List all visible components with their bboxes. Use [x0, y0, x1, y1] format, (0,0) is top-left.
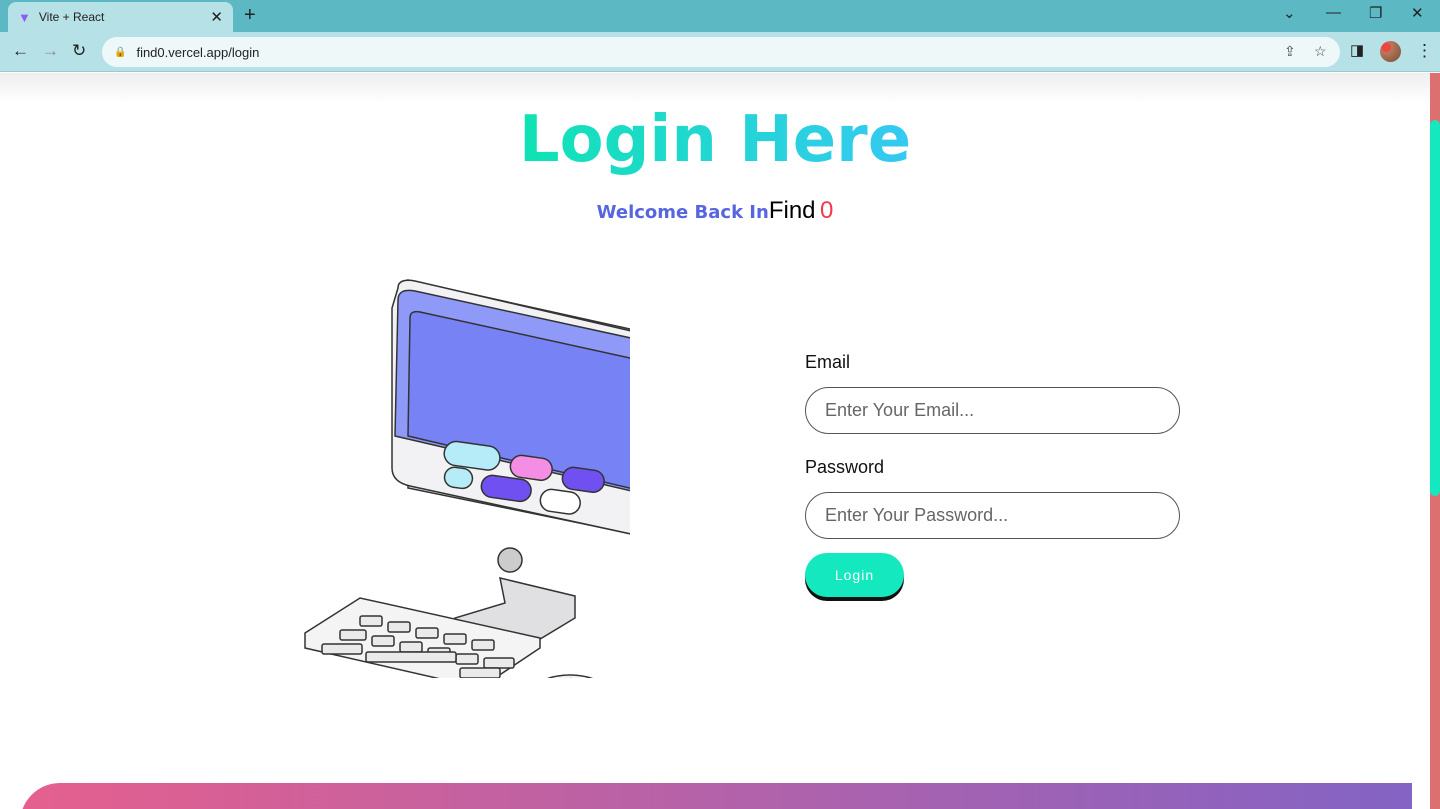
menu-icon[interactable]: ⋮ [1416, 41, 1433, 61]
login-page: Login Here Welcome Back InFind 0 Email P… [0, 73, 1430, 809]
welcome-label: Welcome Back In [596, 202, 769, 223]
share-icon[interactable]: ⇪ [1284, 43, 1296, 60]
password-label: Password [805, 457, 885, 477]
password-input[interactable] [805, 492, 1180, 539]
close-window-icon[interactable]: ✕ [1411, 4, 1424, 22]
new-tab-icon[interactable]: + [244, 4, 256, 27]
tab-strip: ▼ Vite + React ✕ + ⌄ — ❐ ✕ [0, 0, 1440, 32]
login-button[interactable]: Login [805, 553, 904, 597]
tab-active[interactable]: ▼ Vite + React ✕ [8, 2, 233, 32]
side-panel-icon[interactable]: ◨ [1350, 41, 1364, 59]
back-icon[interactable]: ← [12, 41, 29, 61]
vite-favicon-icon: ▼ [18, 9, 31, 25]
browser-toolbar: ← → ↻ 🔒 find0.vercel.app/login ⇪ ☆ ◨ ⋮ [0, 32, 1440, 72]
brand-zero: 0 [819, 197, 834, 224]
reload-icon[interactable]: ↻ [72, 41, 86, 61]
close-tab-icon[interactable]: ✕ [210, 8, 223, 26]
url-text: find0.vercel.app/login [136, 44, 260, 60]
minimize-icon[interactable]: — [1326, 4, 1341, 21]
page-title: Login Here [518, 103, 912, 177]
footer-wave [20, 783, 1412, 809]
tab-title: Vite + React [38, 10, 105, 24]
scrollbar-thumb[interactable] [1430, 120, 1440, 496]
avatar[interactable] [1380, 41, 1401, 62]
bookmark-star-icon[interactable]: ☆ [1314, 43, 1327, 60]
address-bar[interactable]: 🔒 find0.vercel.app/login ⇪ ☆ [102, 37, 1340, 67]
lock-icon: 🔒 [114, 46, 127, 58]
welcome-text: Welcome Back InFind 0 [0, 197, 1430, 225]
brand-find: Find [768, 197, 816, 224]
email-label: Email [805, 352, 851, 372]
tab-search-icon[interactable]: ⌄ [1283, 4, 1296, 22]
computer-illustration [304, 279, 630, 678]
email-input[interactable] [805, 387, 1180, 434]
restore-icon[interactable]: ❐ [1369, 4, 1382, 22]
forward-icon[interactable]: → [42, 41, 59, 61]
